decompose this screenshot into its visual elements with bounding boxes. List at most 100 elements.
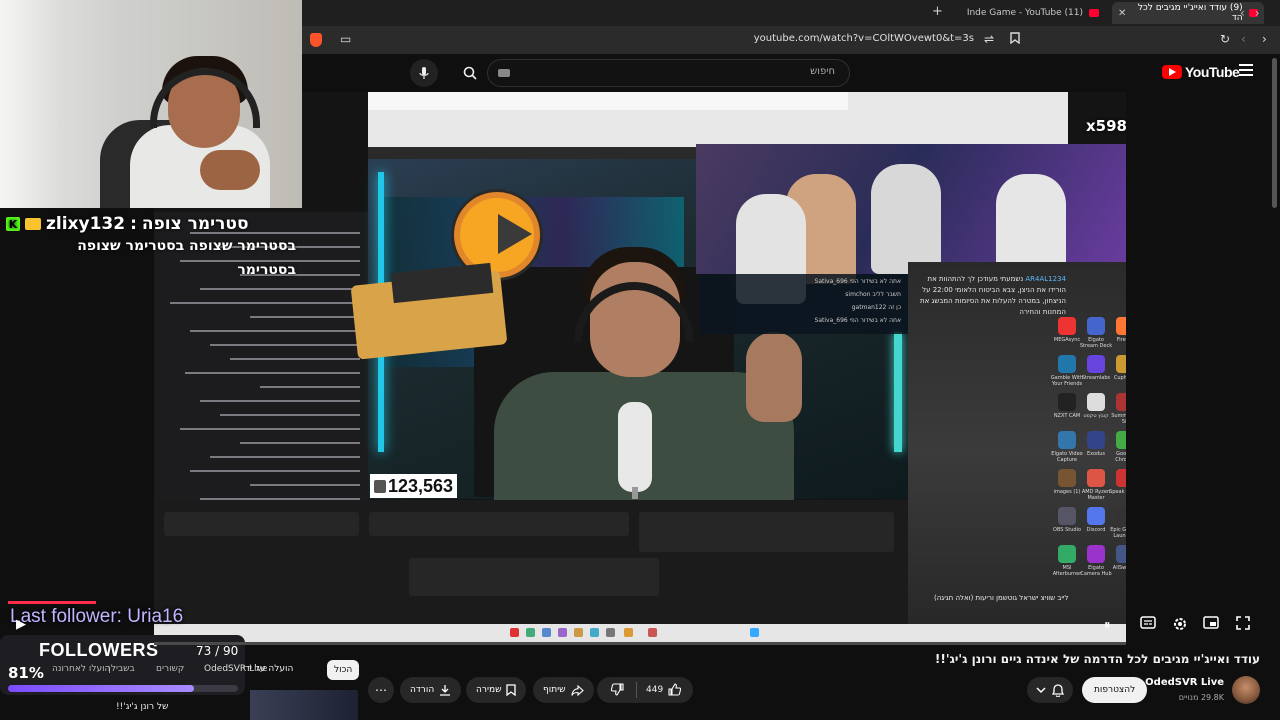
desktop-app-label: Speak Demo — [1109, 489, 1126, 495]
video-progress-bar[interactable] — [154, 642, 1126, 645]
dislike-button[interactable] — [611, 683, 624, 696]
forward-icon[interactable]: › — [1262, 32, 1267, 46]
desktop-app-icon[interactable] — [1087, 317, 1105, 335]
kick-logo-icon: K — [6, 217, 20, 231]
desktop-app-icon[interactable] — [1087, 431, 1105, 449]
download-label: הורדה — [410, 685, 435, 695]
recommended-video-title[interactable]: של רונן ג'יג'!! — [116, 702, 168, 712]
pause-icon[interactable]: ⏸ — [1104, 618, 1111, 633]
desktop-app-label: Firefox — [1116, 337, 1126, 343]
desktop-app-icon[interactable] — [1058, 355, 1076, 373]
followers-count: 73 / 90 — [196, 644, 239, 658]
site-settings-icon[interactable]: ⇌ — [984, 32, 994, 46]
desktop-app-icon[interactable] — [1116, 507, 1126, 525]
back-icon[interactable]: ‹ — [1241, 32, 1246, 46]
desktop-app-label: Google Chrome — [1115, 451, 1126, 463]
desktop-app-icon[interactable] — [1087, 545, 1105, 563]
miniplayer-icon — [1203, 616, 1219, 629]
voice-search-button[interactable] — [410, 59, 438, 87]
youtube-favicon-icon — [1089, 9, 1099, 17]
recommended-video-thumbnail[interactable] — [250, 690, 358, 720]
desktop-app-icon[interactable] — [1116, 393, 1126, 411]
desktop-app-icon[interactable] — [1058, 469, 1076, 487]
youtube-logo[interactable]: YouTube — [1162, 64, 1240, 80]
menu-icon[interactable] — [1239, 64, 1253, 79]
page-scrollbar[interactable] — [1272, 58, 1277, 208]
alert-username: zlixy132 — [46, 214, 126, 234]
like-dislike-group: 449 — [597, 677, 693, 703]
chevron-down-icon — [1036, 687, 1046, 694]
download-button[interactable]: הורדה — [400, 677, 462, 703]
chat-overlay: Sativa_696 אתה לא בשידור הפי simchon תשב… — [699, 274, 909, 334]
desktop-app-icon[interactable] — [1058, 507, 1076, 525]
brave-shield-icon[interactable] — [310, 33, 322, 47]
like-count: 449 — [646, 684, 664, 695]
desktop-note: AR4AL1234 נשמעתי מעודכן לך להתהוות את הו… — [920, 275, 1066, 316]
like-button[interactable]: 449 — [646, 683, 682, 696]
desktop-app-label: Cuphead — [1113, 375, 1126, 381]
more-actions-button[interactable]: ⋯ — [368, 677, 394, 703]
new-tab-button[interactable]: + — [932, 4, 943, 19]
captured-video-title: לייב שוויצ ישראל גוטשמן וריעות (ואלה חגי… — [934, 594, 1069, 602]
chip-related[interactable]: קשורים — [156, 664, 184, 674]
search-button[interactable] — [452, 59, 488, 87]
captured-desktop: AR4AL1234 נשמעתי מעודכן לך להתהוות את הו… — [908, 262, 1126, 642]
share-button[interactable]: שיתוף — [533, 677, 594, 703]
search-input[interactable]: חיפוש — [487, 59, 850, 87]
desktop-app-icon[interactable] — [1087, 355, 1105, 373]
desktop-app-label: AllSwatch — [1112, 565, 1126, 571]
keyboard-icon[interactable] — [498, 69, 510, 77]
more-icon: ⋯ — [375, 683, 387, 697]
desktop-app-icon[interactable] — [1087, 393, 1105, 411]
chip-uploaded-by-channel[interactable]: OdedSVR Live — [204, 664, 267, 674]
subtitles-button[interactable] — [1140, 616, 1156, 629]
captured-taskbar — [154, 624, 1126, 642]
bookmark-icon[interactable] — [1010, 32, 1020, 44]
chip-recent[interactable]: הועלו לאחרונה — [52, 664, 110, 674]
desktop-app-icon[interactable] — [1058, 317, 1076, 335]
search-icon — [463, 66, 477, 80]
download-icon — [440, 685, 451, 696]
donation-alert: K zlixy132 : סטרימר צופה בסטרימר שצופה ב… — [6, 214, 296, 282]
share-icon — [570, 684, 584, 696]
reload-icon[interactable]: ↻ — [1220, 32, 1230, 46]
youtube-logo-text: YouTube — [1185, 64, 1240, 80]
captured-lower-area — [154, 500, 908, 642]
channel-avatar[interactable] — [1232, 676, 1260, 704]
video-title: עודד ואייג'יי מגיבים לכל הדרמה של אינדה … — [934, 652, 1260, 666]
fullscreen-button[interactable] — [1236, 616, 1250, 630]
chip-all[interactable]: הכול — [327, 660, 360, 680]
desktop-app-icon[interactable] — [1087, 507, 1105, 525]
desktop-app-icon[interactable] — [1058, 431, 1076, 449]
desktop-app-icon[interactable] — [1116, 431, 1126, 449]
tab-scroll-arrows[interactable]: ‹› — [1240, 6, 1270, 20]
desktop-app-icon[interactable] — [1087, 469, 1105, 487]
desktop-app-icon[interactable] — [1116, 545, 1126, 563]
captured-browser-tabs — [368, 92, 848, 110]
desktop-app-label: Epic Games Launcher — [1110, 527, 1126, 539]
address-bar[interactable]: youtube.com/watch?v=COltWOvewt0&t=3s — [700, 33, 974, 44]
desktop-app-icon[interactable] — [1116, 355, 1126, 373]
bell-icon — [1052, 683, 1064, 697]
desktop-app-icon[interactable] — [1116, 469, 1126, 487]
play-icon[interactable]: ▶ — [16, 617, 26, 632]
search-placeholder: חיפוש — [810, 66, 835, 77]
settings-button[interactable] — [1172, 616, 1188, 632]
tab-inde-game[interactable]: (11) Inde Game - YouTube — [955, 2, 1105, 24]
youtube-play-icon — [1162, 65, 1182, 79]
channel-name[interactable]: OdedSVR Live — [1145, 677, 1224, 688]
join-button[interactable]: להצטרפות — [1082, 677, 1148, 703]
miniplayer-button[interactable] — [1203, 616, 1219, 629]
viewer-count: 123,563 — [388, 475, 454, 496]
desktop-app-icon[interactable] — [1058, 393, 1076, 411]
save-button[interactable]: שמירה — [466, 677, 527, 703]
notifications-button[interactable] — [1027, 677, 1073, 703]
desktop-app-icon[interactable] — [1116, 317, 1126, 335]
desktop-app-icon[interactable] — [1058, 545, 1076, 563]
gear-icon — [1174, 618, 1186, 630]
crown-icon — [25, 218, 41, 230]
tab-title: (11) Inde Game - YouTube — [966, 8, 1083, 18]
close-tab-icon[interactable]: ✕ — [1118, 8, 1126, 19]
thumbs-down-icon — [611, 683, 624, 696]
sidebar-toggle-icon[interactable]: ▭ — [340, 32, 351, 46]
